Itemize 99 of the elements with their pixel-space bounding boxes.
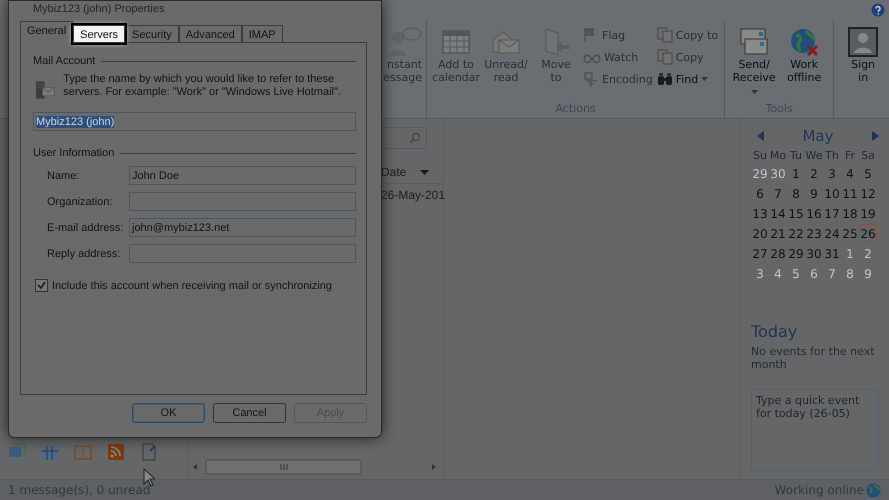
calendar-day[interactable]: 7 [823,264,841,282]
tab[interactable]: Advanced [178,25,242,43]
weekday-label: Fr [844,149,856,162]
previous-month-icon[interactable] [757,131,764,141]
dialog-button[interactable]: OK [132,403,205,423]
calendar-day[interactable]: 11 [841,184,859,202]
input-field[interactable] [129,244,356,263]
calendar-day[interactable]: 28 [769,244,787,262]
calendar-day[interactable]: 12 [859,184,877,202]
section-heading: User Information [33,147,114,159]
calendar-day[interactable]: 14 [769,204,787,222]
calendar-day[interactable]: 1 [841,244,859,262]
binoculars-icon [656,72,673,86]
caret-icon [701,77,708,81]
weekday-label: Mo [769,149,787,162]
sort-caret-icon [420,170,430,174]
calendar-day[interactable]: 3 [823,164,841,182]
weekday-label: Su [752,149,768,162]
ribbon-button[interactable]: Work offline [781,20,828,102]
calendar-day[interactable]: 8 [841,264,859,282]
calendar-day[interactable]: 30 [769,164,787,182]
book-icon[interactable] [74,443,92,461]
weekday-label: Th [824,149,840,162]
description-text: Type the name by which you would like to refer to these servers. For example: "Work" or "Windows Live Hotmail". [63,73,342,100]
calendar-day[interactable]: 26 [859,224,877,242]
today-heading: Today [751,322,798,341]
field-label: Reply address: [47,248,122,260]
tab[interactable]: Security [125,25,179,43]
section-heading: Mail Account [33,55,96,67]
calendar-day[interactable]: 24 [823,224,841,242]
calendar-day[interactable]: 27 [751,244,769,262]
copy-icon [656,49,673,65]
people-chat-icon [390,26,422,58]
calendar-day[interactable]: 9 [859,264,877,282]
globe-offline-icon [788,26,820,58]
calendar-day[interactable]: 15 [787,204,805,222]
input-field[interactable]: John Doe [129,166,356,185]
calendar-day[interactable]: 17 [823,204,841,222]
calendar-day[interactable]: 6 [751,184,769,202]
calendar-day[interactable]: 4 [841,164,859,182]
calendar-day[interactable]: 19 [859,204,877,222]
weekday-label: We [805,149,823,162]
calendar-day[interactable]: 22 [787,224,805,242]
calendar-day[interactable]: 7 [769,184,787,202]
quick-event-field[interactable]: Type a quick event for today (26-05) [751,389,879,471]
weekday-label: Tu [788,149,804,162]
checkbox-label: Include this account when receiving mail or synchronizing [52,280,332,292]
calendar-day[interactable]: 30 [805,244,823,262]
encoding-icon [583,71,599,87]
calendar-day[interactable]: 9 [805,184,823,202]
calendar-day[interactable]: 25 [841,224,859,242]
calendar-day[interactable]: 18 [841,204,859,222]
weekday-label: Sa [860,149,876,162]
calendar-day[interactable]: 31 [823,244,841,262]
tab[interactable]: General [20,21,74,43]
calendar-day[interactable]: 6 [805,264,823,282]
search-icon [409,132,421,144]
field-label: Name: [47,170,80,182]
calendar-day[interactable]: 3 [751,264,769,282]
calendar-day[interactable]: 2 [859,244,877,262]
window-title: Mybiz123 (john) Properties [33,3,164,15]
tab[interactable]: Servers [73,25,126,43]
calendar-day[interactable]: 16 [805,204,823,222]
dialog-button[interactable]: Cancel [213,403,286,423]
calendar-day[interactable]: 29 [751,164,769,182]
calendar-day[interactable]: 23 [805,224,823,242]
calendar-day[interactable]: 21 [769,224,787,242]
calendar-day[interactable]: 13 [751,204,769,222]
help-icon[interactable] [871,3,885,17]
input-field[interactable] [129,192,356,211]
note-pin-icon[interactable] [140,443,158,461]
calendar-icon[interactable] [41,443,59,461]
message-date: 26-May-201 [381,188,446,202]
calendar-day[interactable]: 1 [787,164,805,182]
calendar-day[interactable]: 5 [859,164,877,182]
events-message: No events for the next month [751,345,876,371]
caret-icon [750,90,758,94]
calendar-day[interactable]: 5 [787,264,805,282]
checkbox[interactable] [35,279,48,292]
ribbon-button[interactable]: Send/ Receive [731,20,778,102]
feed-icon[interactable] [107,443,125,461]
calendar-day[interactable]: 29 [787,244,805,262]
calendar-day[interactable]: 2 [805,164,823,182]
field-label: E-mail address: [47,222,124,234]
person-icon [847,26,880,58]
next-month-icon[interactable] [872,131,879,141]
ribbon-button[interactable]: Sign in [840,20,886,102]
calendar-day[interactable]: 4 [769,264,787,282]
globe-icon [866,482,881,498]
account-name-field[interactable]: Mybiz123 (john) [33,112,356,131]
tab[interactable]: IMAP [242,25,283,43]
calendar-day[interactable]: 8 [787,184,805,202]
field-label: Organization: [47,196,114,208]
input-field[interactable]: john@mybiz123.net [129,218,356,237]
calendar-day[interactable]: 20 [751,224,769,242]
ribbon-button[interactable]: Find [656,70,718,88]
calendar-day[interactable]: 10 [823,184,841,202]
copy-icon [656,27,673,43]
month-title: May [802,127,834,145]
